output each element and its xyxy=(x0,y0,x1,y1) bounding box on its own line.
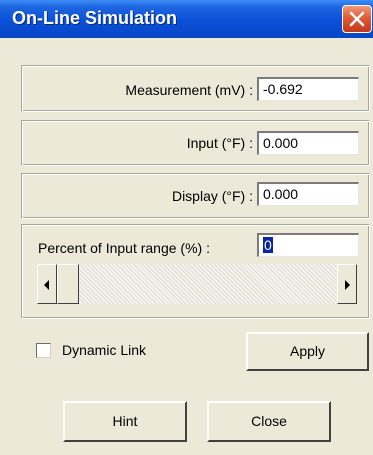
dynamic-link-checkbox[interactable] xyxy=(36,343,51,358)
close-button[interactable]: Close xyxy=(207,401,331,442)
close-icon xyxy=(349,11,365,27)
percent-field[interactable]: 0 xyxy=(257,233,359,257)
dynamic-link-label[interactable]: Dynamic Link xyxy=(62,342,146,358)
input-field[interactable]: 0.000 xyxy=(257,131,359,155)
on-line-simulation-dialog: On-Line Simulation Measurement (mV) : -0… xyxy=(0,0,373,455)
percent-scrollbar[interactable] xyxy=(37,264,357,304)
display-field[interactable]: 0.000 xyxy=(257,182,359,206)
hint-button[interactable]: Hint xyxy=(63,401,187,442)
input-panel: Input (°F) : 0.000 xyxy=(21,120,370,166)
scroll-thumb[interactable] xyxy=(57,264,79,304)
scroll-left-button[interactable] xyxy=(37,264,57,304)
title-bar[interactable]: On-Line Simulation xyxy=(0,0,373,38)
display-panel: Display (°F) : 0.000 xyxy=(21,173,370,219)
scroll-right-button[interactable] xyxy=(337,264,357,304)
display-label: Display (°F) : xyxy=(171,188,253,204)
measurement-label: Measurement (mV) : xyxy=(125,82,253,98)
close-window-button[interactable] xyxy=(342,5,372,33)
arrow-right-icon xyxy=(345,280,350,290)
percent-value: 0 xyxy=(263,237,273,253)
measurement-value: -0.692 xyxy=(263,81,303,97)
measurement-field[interactable]: -0.692 xyxy=(257,77,359,101)
display-value: 0.000 xyxy=(263,186,299,202)
window-title: On-Line Simulation xyxy=(12,8,177,28)
arrow-left-icon xyxy=(44,280,49,290)
input-value: 0.000 xyxy=(263,135,299,151)
measurement-panel: Measurement (mV) : -0.692 xyxy=(21,65,370,112)
input-label: Input (°F) : xyxy=(186,135,253,151)
apply-button[interactable]: Apply xyxy=(246,332,369,371)
percent-label: Percent of Input range (%) : xyxy=(38,240,210,256)
